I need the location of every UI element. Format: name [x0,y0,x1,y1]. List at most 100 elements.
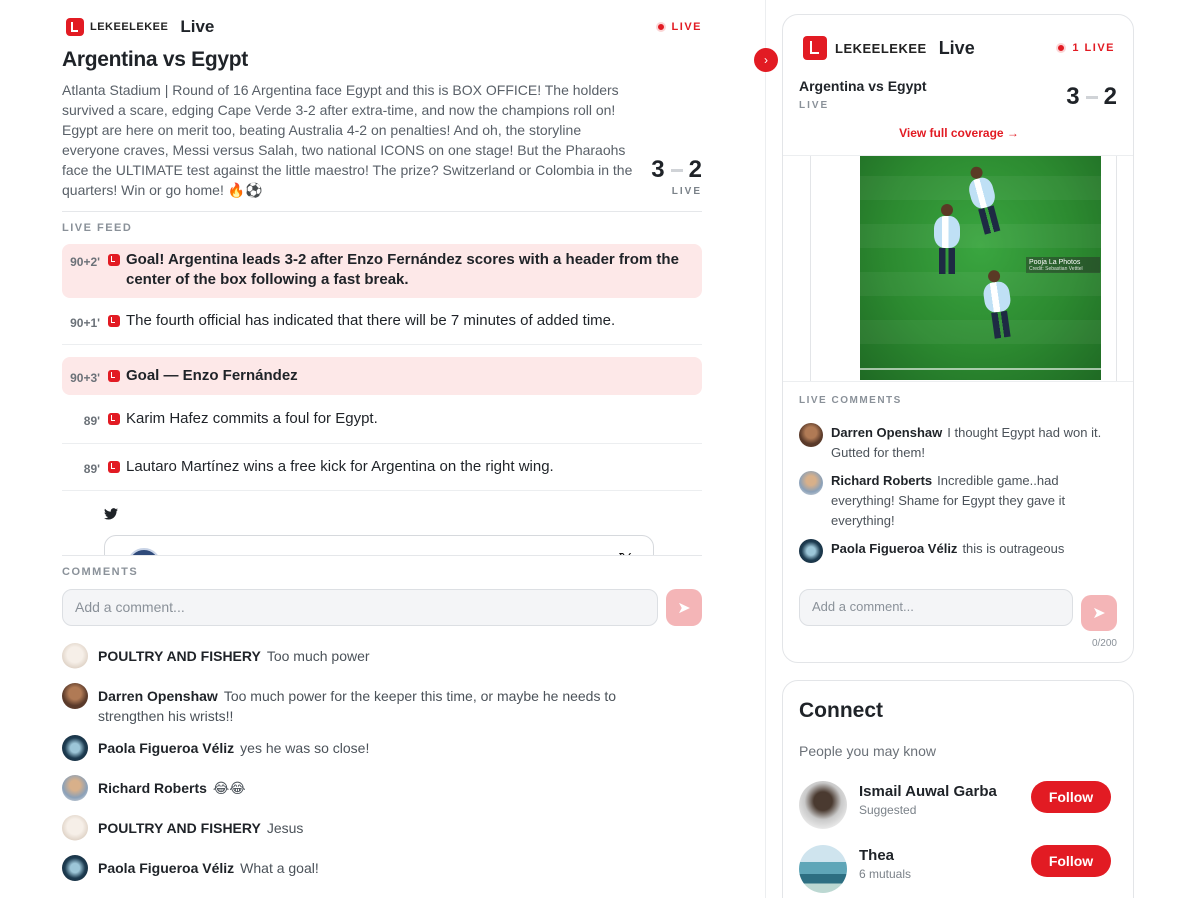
widget-score: 3 2 [1066,83,1117,111]
live-feed[interactable]: 90+2' Goal! Argentina leads 3-2 after En… [62,244,702,555]
connect-title: Connect [799,699,883,722]
feed-text: The fourth official has indicated that t… [126,312,616,329]
match-status: LIVE [671,186,702,197]
comment: POULTRY AND FISHERY Jesus [62,815,702,858]
avatar[interactable] [62,775,88,801]
divider [62,555,702,556]
twitter-bird-icon [104,508,118,520]
comment-author[interactable]: Paola Figueroa Véliz [831,541,957,556]
avatar[interactable] [62,735,88,761]
brand-logo-icon [108,413,120,425]
connect-subtitle: People you may know [799,743,936,759]
follow-button[interactable]: Follow [1031,845,1111,877]
avatar[interactable] [799,423,823,447]
feed-minute: 90+3' [70,371,100,385]
home-score: 3 [651,156,665,183]
send-icon: ➤ [1092,605,1106,622]
live-dot-icon [655,22,666,32]
feed-minute: 89' [83,462,100,476]
comment-text: Too much power [266,648,370,664]
tweet-avatar [127,548,161,555]
avatar[interactable] [62,815,88,841]
match-photo[interactable]: Pooja La Photos Credit: Sebastian Vettte… [860,156,1101,380]
comment: POULTRY AND FISHERY Too much power [62,643,702,686]
feed-item: 89' Lautaro Martínez wins a free kick fo… [62,444,702,491]
avatar[interactable] [799,539,823,563]
comments-label: COMMENTS [62,566,139,578]
widget-home-score: 3 [1066,83,1080,110]
avatar[interactable] [799,471,823,495]
live-comment: Paola Figueroa Véliz this is outrageous [799,539,1119,563]
comment: Darren Openshaw Too much power for the ke… [62,683,702,738]
comment-text: What a goal! [240,860,319,876]
comment: Paola Figueroa Véliz What a goal! [62,855,702,898]
column-divider [765,0,766,898]
match-title: Argentina vs Egypt [62,48,248,71]
comment-author[interactable]: POULTRY AND FISHERY [98,820,261,836]
brand-logo-text: LEKEELEKEE [90,21,169,33]
send-comment-button[interactable]: ➤ [666,589,702,626]
comment-input[interactable]: Add a comment... [62,589,658,626]
collapse-panel-button[interactable]: › [754,48,778,72]
live-widget-card: LEKEELEKEE Live 1 LIVE Argentina vs Egyp… [782,14,1134,663]
score-separator [670,168,683,172]
live-feed-label: LIVE FEED [62,222,133,234]
comment-author[interactable]: Paola Figueroa Véliz [98,860,234,876]
avatar[interactable] [799,845,847,893]
person-name[interactable]: Ismail Auwal Garba [859,783,997,800]
avatar[interactable] [62,855,88,881]
comment-author[interactable]: Richard Roberts [98,780,207,796]
brand-logo-icon [108,254,120,266]
widget-comment-input[interactable]: Add a comment... [799,589,1073,626]
live-badge-label: LIVE [671,21,702,33]
view-full-coverage-link[interactable]: View full coverage → [783,126,1133,140]
brand-logo-icon [803,36,827,60]
feed-item: 89' Karim Hafez commits a foul for Egypt… [62,395,702,444]
live-dot-icon [1056,43,1067,53]
feed-minute: 90+1' [70,316,100,330]
main-column: LEKEELEKEE Live LIVE Argentina vs Egypt … [62,0,702,898]
away-score: 2 [688,156,702,183]
score: 3 2 [651,156,702,184]
comment-author[interactable]: Richard Roberts [831,473,932,488]
widget-away-score: 2 [1103,83,1117,110]
embedded-tweet[interactable]: 𝕏 [104,535,654,555]
widget-section-title: Live [938,37,975,58]
widget-send-button[interactable]: ➤ [1081,595,1117,631]
live-comment: Richard Roberts Incredible game..had ever… [799,471,1119,531]
widget-brand-header: LEKEELEKEE Live 1 LIVE [803,35,1115,61]
divider [783,381,1133,382]
chevron-right-icon: › [764,53,768,67]
person-meta: 6 mutuals [859,867,912,881]
comment: Richard Roberts 😂😂 [62,775,702,818]
player-figure [934,204,960,274]
comment-author[interactable]: Darren Openshaw [98,688,218,704]
match-description: Atlanta Stadium | Round of 16 Argentina … [62,82,633,198]
live-comment: Darren Openshaw I thought Egypt had won i… [799,423,1119,463]
score-separator [1085,95,1098,99]
comment-text: Jesus [266,820,304,836]
feed-minute: 89' [83,414,100,428]
comment-author[interactable]: POULTRY AND FISHERY [98,648,261,664]
divider [62,211,702,212]
brand-logo-icon [66,18,84,36]
avatar[interactable] [62,643,88,669]
person-name[interactable]: Thea [859,847,894,864]
photo-credit: Pooja La Photos Credit: Sebastian Vettte… [1026,257,1100,273]
live-comments-label: LIVE COMMENTS [799,395,902,406]
avatar[interactable] [62,683,88,709]
live-comments-list[interactable]: Darren Openshaw I thought Egypt had won i… [799,423,1119,575]
comment-author[interactable]: Paola Figueroa Véliz [98,740,234,756]
comment-list: POULTRY AND FISHERY Too much power Darren… [62,643,702,898]
widget-live-count: 1 LIVE [1072,42,1115,54]
scoreboard: 3 2 LIVE [651,156,702,197]
connect-card: Connect People you may know Ismail Auwal… [782,680,1134,898]
comment-text: yes he was so close! [240,740,370,756]
feed-item-goal: 90+3' Goal — Enzo Fernández [62,357,702,395]
widget-match-title[interactable]: Argentina vs Egypt [799,78,927,94]
comment-author[interactable]: Darren Openshaw [831,425,942,440]
brand-logo-text: LEKEELEKEE [835,40,927,56]
avatar[interactable] [799,781,847,829]
follow-button[interactable]: Follow [1031,781,1111,813]
brand-logo-icon [108,370,120,382]
